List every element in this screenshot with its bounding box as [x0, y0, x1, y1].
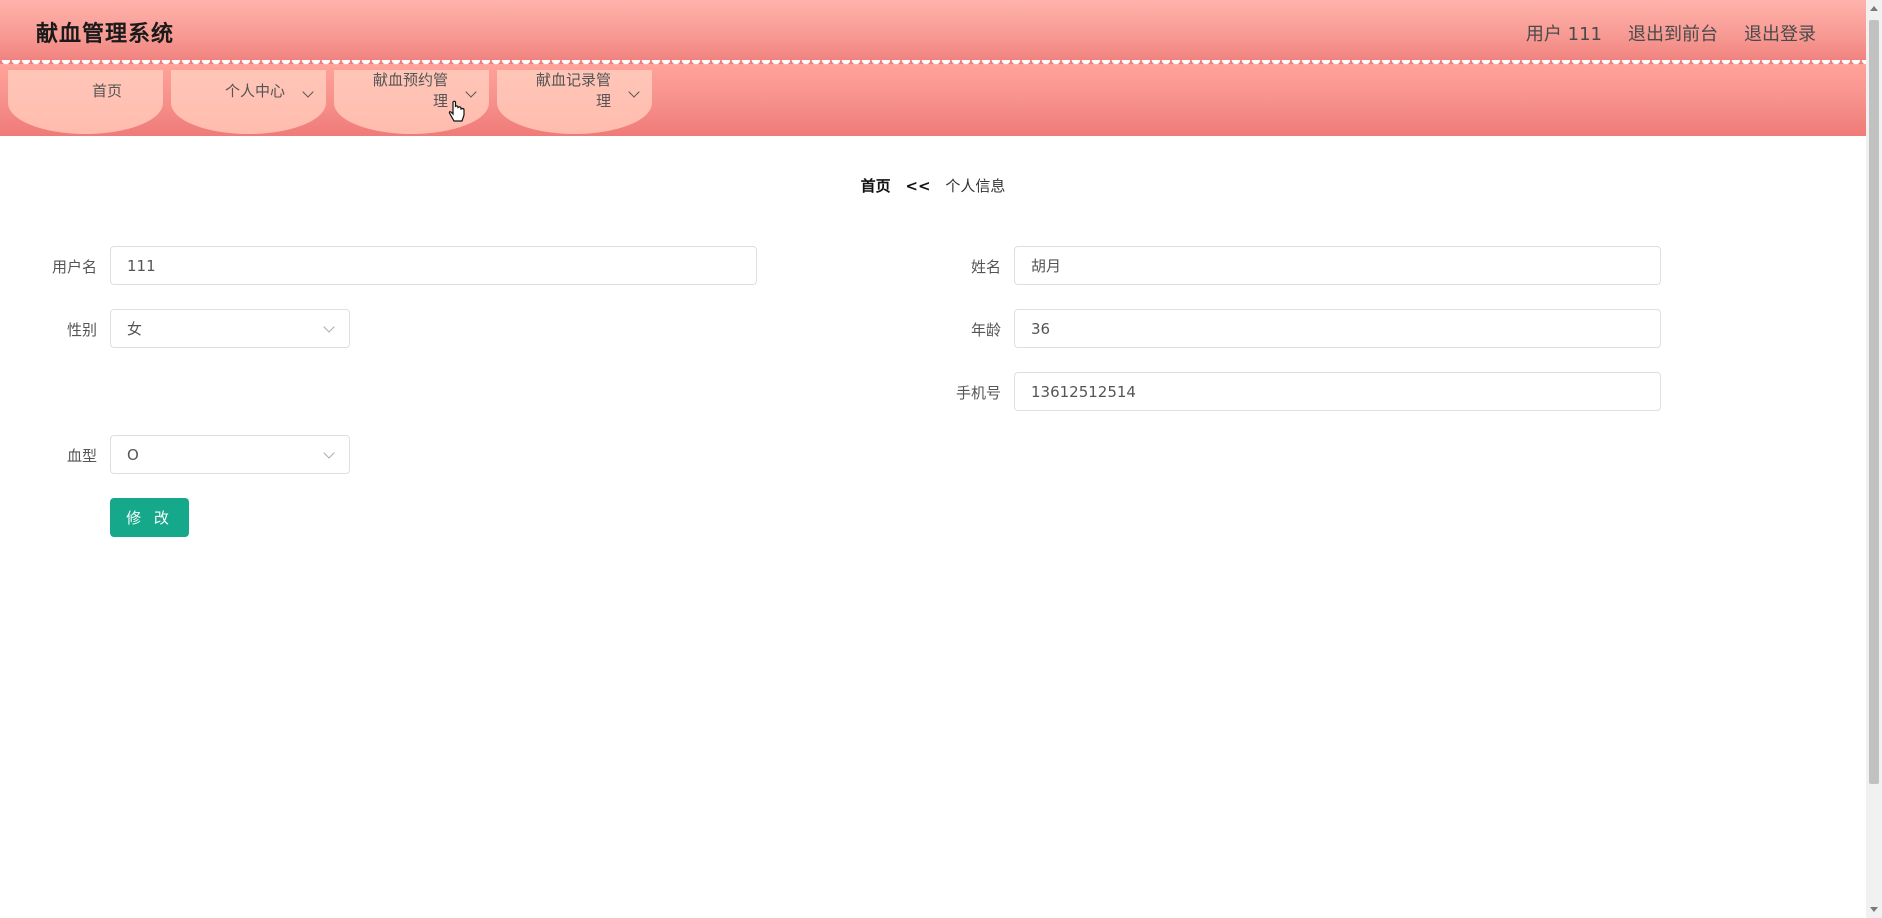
gender-select[interactable]: 女	[110, 309, 350, 348]
breadcrumb-separator: <<	[905, 177, 931, 195]
breadcrumb: 首页 << 个人信息	[0, 175, 1866, 196]
nav-item-label: 献血记录管理	[535, 71, 611, 110]
scrollbar-thumb[interactable]	[1869, 20, 1879, 784]
chevron-down-icon	[323, 321, 335, 333]
nav-item-personal-center[interactable]: 个人中心	[171, 70, 326, 134]
page: 献血管理系统 用户 111 退出到前台 退出登录 首页 个人中心 献血预约管理 …	[0, 0, 1882, 918]
chevron-down-icon	[628, 86, 640, 98]
vertical-scrollbar[interactable]	[1866, 0, 1882, 918]
top-header: 献血管理系统 用户 111 退出到前台 退出登录	[0, 0, 1866, 64]
chevron-down-icon	[323, 447, 335, 459]
username-value: 111	[127, 256, 156, 275]
gender-label: 性别	[66, 321, 97, 339]
nav-item-label: 首页	[91, 81, 122, 100]
phone-label: 手机号	[955, 384, 1001, 402]
breadcrumb-current: 个人信息	[945, 177, 1006, 195]
username-field[interactable]: 111	[110, 246, 757, 285]
chevron-down-icon	[465, 86, 477, 98]
gender-value: 女	[127, 320, 143, 338]
scallop-divider	[0, 60, 1866, 72]
hand-cursor-icon	[448, 100, 465, 122]
modify-button[interactable]: 修 改	[110, 498, 189, 537]
username-label: 用户名	[51, 258, 97, 276]
logout-link[interactable]: 退出登录	[1744, 20, 1816, 46]
user-label[interactable]: 用户 111	[1526, 20, 1602, 46]
name-label: 姓名	[970, 258, 1001, 276]
nav-item-home[interactable]: 首页	[8, 70, 163, 134]
chevron-down-icon	[302, 86, 314, 98]
header-actions: 用户 111 退出到前台 退出登录	[1526, 20, 1816, 46]
main-nav: 首页 个人中心 献血预约管理 献血记录管理	[0, 64, 1866, 136]
breadcrumb-home[interactable]: 首页	[861, 177, 891, 195]
nav-item-record-management[interactable]: 献血记录管理	[497, 70, 652, 134]
age-value: 36	[1031, 319, 1051, 338]
name-value: 胡月	[1031, 257, 1062, 275]
app-title: 献血管理系统	[36, 22, 175, 47]
scroll-down-arrow-icon[interactable]	[1870, 907, 1878, 912]
blood-type-value: O	[127, 445, 139, 464]
age-label: 年龄	[970, 321, 1001, 339]
exit-to-front-link[interactable]: 退出到前台	[1628, 20, 1718, 46]
nav-item-label: 献血预约管理	[372, 71, 448, 110]
blood-type-label: 血型	[66, 447, 97, 465]
nav-item-label: 个人中心	[224, 81, 285, 100]
phone-value: 13612512514	[1031, 382, 1136, 401]
age-field[interactable]: 36	[1014, 309, 1661, 348]
name-field[interactable]: 胡月	[1014, 246, 1661, 285]
scroll-up-arrow-icon[interactable]	[1870, 6, 1878, 11]
phone-field[interactable]: 13612512514	[1014, 372, 1661, 411]
blood-type-select[interactable]: O	[110, 435, 350, 474]
